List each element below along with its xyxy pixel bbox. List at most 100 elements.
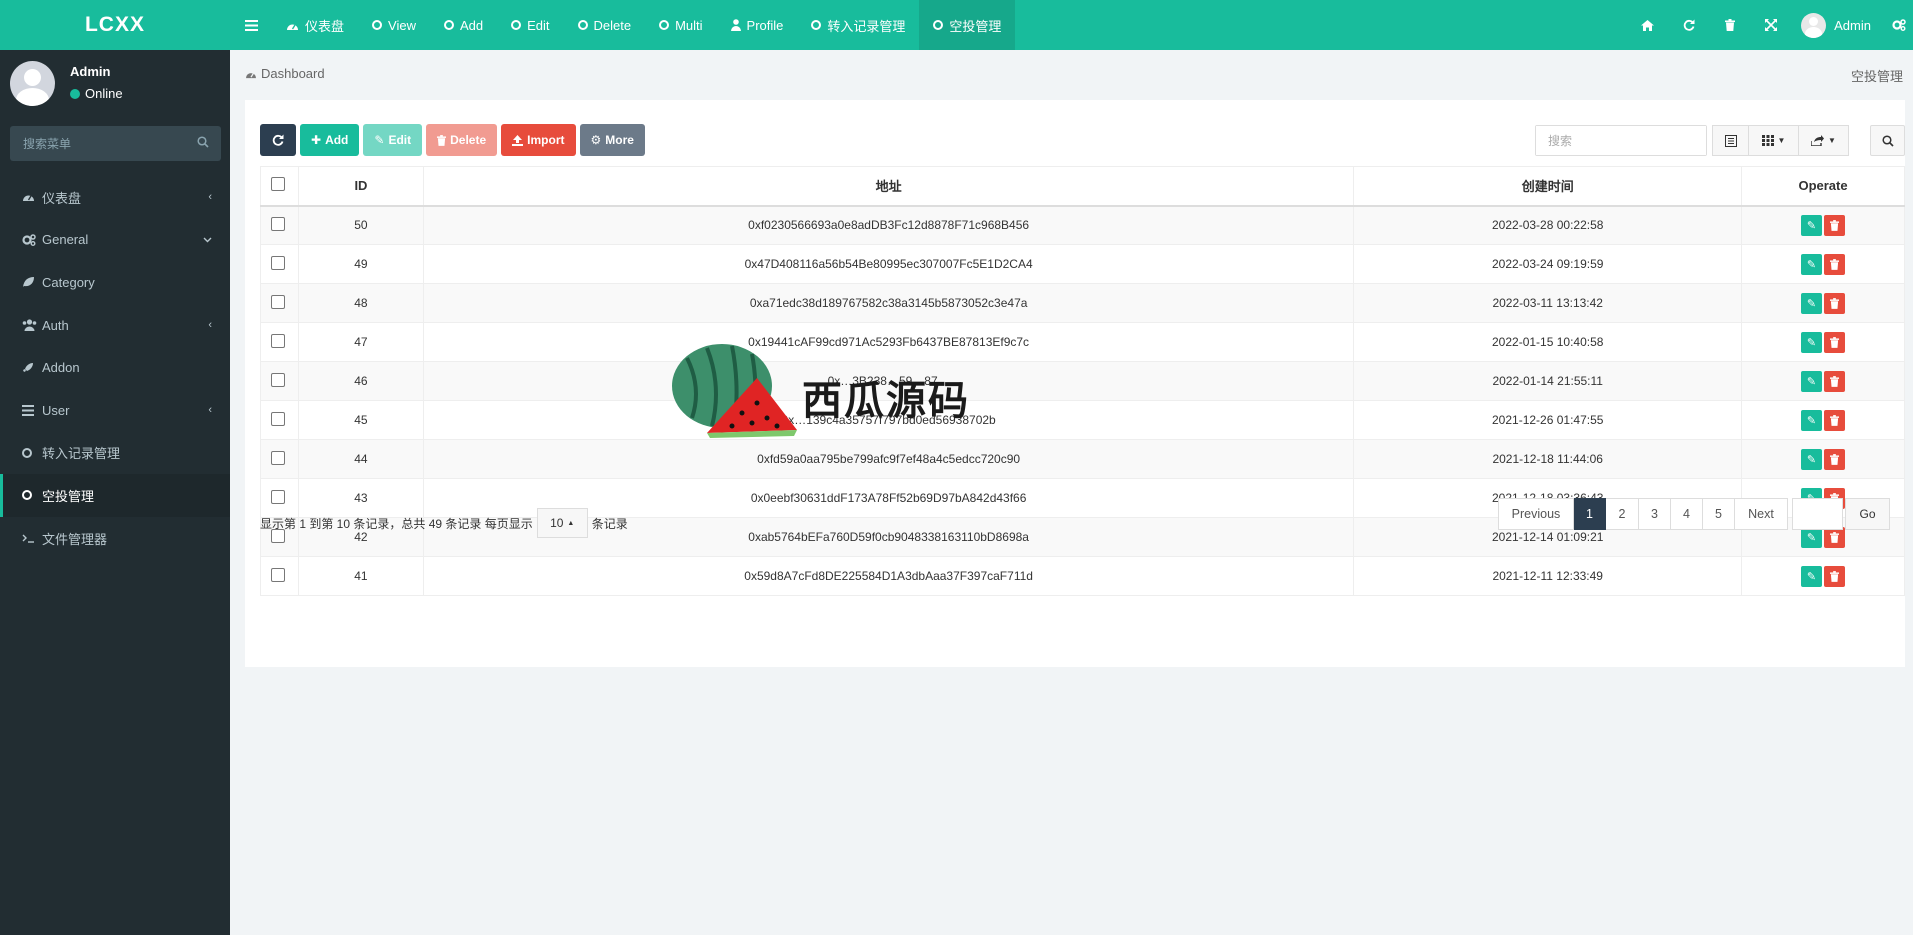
row-delete-button[interactable] — [1824, 370, 1846, 392]
row-checkbox[interactable] — [271, 489, 285, 504]
table-row[interactable]: 46 0x…3B238…59…87… 2022-01-14 21:55:11 ✎ — [260, 361, 1905, 401]
row-checkbox-cell — [260, 283, 299, 323]
user-menu[interactable]: Admin — [1791, 12, 1885, 38]
refresh-button[interactable] — [1668, 0, 1709, 50]
row-delete-button[interactable] — [1824, 331, 1846, 353]
tab-transfer-records[interactable]: 转入记录管理 — [797, 0, 919, 50]
row-checkbox[interactable] — [271, 294, 285, 309]
sidebar-search-input[interactable] — [10, 126, 221, 161]
advanced-search-button[interactable] — [1870, 125, 1905, 156]
row-checkbox[interactable] — [271, 216, 285, 231]
table-row[interactable]: 44 0xfd59a0aa795be799afc9f7ef48a4c5edcc72… — [260, 439, 1905, 479]
tab-multi[interactable]: Multi — [645, 0, 716, 50]
table-row[interactable]: 48 0xa71edc38d189767582c38a3145b5873052c3… — [260, 283, 1905, 323]
breadcrumb-dashboard-link[interactable]: Dashboard — [261, 66, 325, 81]
tab-airdrop[interactable]: 空投管理 — [919, 0, 1016, 50]
row-checkbox[interactable] — [271, 255, 285, 270]
refresh-icon — [272, 134, 284, 146]
more-button[interactable]: ⚙ More — [579, 124, 645, 156]
delete-button[interactable]: Delete — [426, 124, 498, 156]
row-edit-button[interactable]: ✎ — [1801, 292, 1823, 314]
app-logo[interactable]: LCXX — [0, 0, 230, 50]
home-button[interactable] — [1627, 0, 1668, 50]
tab-delete[interactable]: Delete — [564, 0, 646, 50]
table-row[interactable]: 49 0x47D408116a56b54Be80995ec307007Fc5E1D… — [260, 244, 1905, 284]
row-edit-button[interactable]: ✎ — [1801, 214, 1823, 236]
select-all-checkbox[interactable] — [271, 177, 285, 192]
page-4[interactable]: 4 — [1671, 498, 1703, 530]
settings-button[interactable] — [1885, 0, 1913, 50]
row-edit-button[interactable]: ✎ — [1801, 409, 1823, 431]
row-delete-button[interactable] — [1824, 409, 1846, 431]
sidebar-item-transfer-records[interactable]: 转入记录管理 — [0, 432, 230, 475]
avatar — [10, 61, 55, 106]
row-checkbox[interactable] — [271, 567, 285, 582]
cell-created: 2022-01-15 10:40:58 — [1353, 322, 1743, 362]
table-search-input[interactable] — [1536, 126, 1706, 155]
row-delete-button[interactable] — [1824, 253, 1846, 275]
page-go-button[interactable]: Go — [1845, 498, 1890, 530]
row-delete-button[interactable] — [1824, 448, 1846, 470]
cell-id: 41 — [297, 556, 424, 596]
sidebar-item-addon[interactable]: Addon — [0, 346, 230, 389]
refresh-button[interactable] — [260, 124, 296, 156]
row-delete-button[interactable] — [1824, 565, 1846, 587]
page-next[interactable]: Next — [1735, 498, 1788, 530]
search-icon[interactable] — [197, 136, 209, 151]
sidebar-item-auth[interactable]: Auth ‹ — [0, 304, 230, 347]
cell-operate: ✎ — [1741, 205, 1905, 245]
sidebar-item-general[interactable]: General — [0, 219, 230, 262]
table-row[interactable]: 50 0xf0230566693a0e8adDB3Fc12d8878F71c968… — [260, 205, 1905, 245]
cell-operate: ✎ — [1741, 556, 1905, 596]
row-edit-button[interactable]: ✎ — [1801, 253, 1823, 275]
fullscreen-button[interactable] — [1750, 0, 1791, 50]
page-1[interactable]: 1 — [1574, 498, 1606, 530]
sidebar-item-file-manager[interactable]: 文件管理器 — [0, 517, 230, 560]
edit-button[interactable]: ✎ Edit — [363, 124, 423, 156]
row-edit-button[interactable]: ✎ — [1801, 565, 1823, 587]
columns-button[interactable]: ▼ — [1749, 125, 1799, 156]
import-button[interactable]: Import — [501, 124, 576, 156]
page-5[interactable]: 5 — [1703, 498, 1735, 530]
cell-address: 0xfd59a0aa795be799afc9f7ef48a4c5edcc720c… — [422, 439, 1355, 479]
pencil-icon: ✎ — [1806, 531, 1817, 544]
circle-icon — [22, 490, 42, 501]
sidebar-item-airdrop[interactable]: 空投管理 — [0, 474, 230, 517]
table-row[interactable]: 45 0x…139c4a35757f797bd0ed56938702b 2021-1… — [260, 400, 1905, 440]
page-2[interactable]: 2 — [1606, 498, 1639, 530]
table-row[interactable]: 41 0x59d8A7cFd8DE225584D1A3dbAaa37F397caF… — [260, 556, 1905, 596]
clear-cache-button[interactable] — [1709, 0, 1750, 50]
page-3[interactable]: 3 — [1639, 498, 1671, 530]
tab-profile[interactable]: Profile — [717, 0, 798, 50]
row-checkbox[interactable] — [271, 372, 285, 387]
column-header-address[interactable]: 地址 — [422, 166, 1355, 207]
tab-add[interactable]: Add — [430, 0, 497, 50]
sidebar-item-category[interactable]: Category — [0, 261, 230, 304]
table-row[interactable]: 47 0x19441cAF99cd971Ac5293Fb6437BE87813Ef… — [260, 322, 1905, 362]
tab-view[interactable]: View — [358, 0, 430, 50]
circle-icon — [577, 20, 588, 30]
row-delete-button[interactable] — [1824, 214, 1846, 236]
tab-edit[interactable]: Edit — [497, 0, 563, 50]
sidebar-item-dashboard[interactable]: 仪表盘 ‹ — [0, 176, 230, 219]
column-header-created[interactable]: 创建时间 — [1353, 166, 1743, 207]
page-previous[interactable]: Previous — [1498, 498, 1574, 530]
page-jump-input[interactable] — [1793, 499, 1842, 529]
sidebar-item-user[interactable]: User ‹ — [0, 389, 230, 432]
export-button[interactable]: ▼ — [1799, 125, 1849, 156]
pencil-icon: ✎ — [1806, 219, 1817, 232]
column-header-id[interactable]: ID — [297, 166, 424, 207]
page-size-select[interactable]: 10 ▲ — [536, 508, 588, 538]
row-checkbox[interactable] — [271, 450, 285, 465]
row-edit-button[interactable]: ✎ — [1801, 370, 1823, 392]
sidebar-toggle-button[interactable] — [230, 0, 272, 50]
circle-icon — [659, 20, 670, 30]
row-checkbox[interactable] — [271, 333, 285, 348]
tab-dashboard[interactable]: 仪表盘 — [272, 0, 358, 50]
toggle-view-button[interactable] — [1712, 125, 1749, 156]
row-edit-button[interactable]: ✎ — [1801, 448, 1823, 470]
row-edit-button[interactable]: ✎ — [1801, 331, 1823, 353]
add-button[interactable]: ✚ Add — [300, 124, 360, 156]
row-checkbox[interactable] — [271, 411, 285, 426]
row-delete-button[interactable] — [1824, 292, 1846, 314]
